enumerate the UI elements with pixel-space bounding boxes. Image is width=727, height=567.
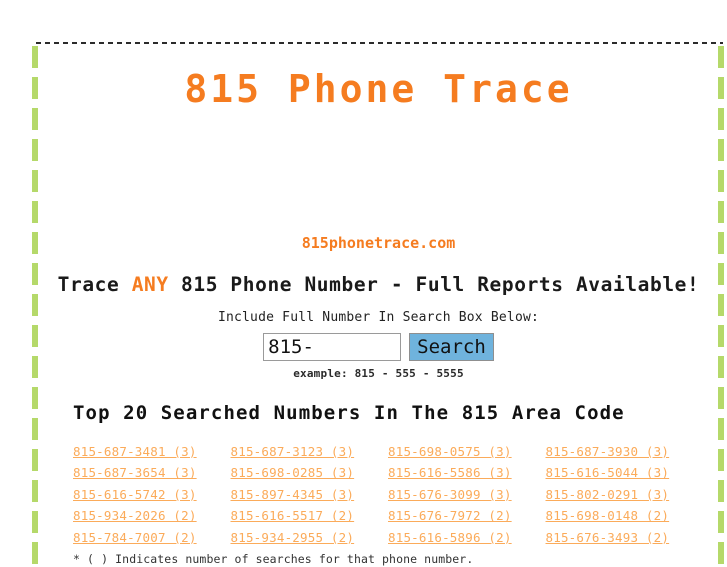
table-cell: 815-676-7972 (2) [388,505,546,527]
table-cell: 815-676-3099 (3) [388,484,546,506]
phone-number-link[interactable]: 815-934-2026 (2) [73,508,197,523]
page-frame: 815 Phone Trace 815phonetrace.com Trace … [16,21,724,566]
table-cell: 815-676-3493 (2) [546,527,704,549]
search-row: Search [39,333,718,361]
page-title: 815 Phone Trace [184,67,573,111]
phone-number-link[interactable]: 815-676-3493 (2) [546,530,670,545]
phone-number-link[interactable]: 815-698-0148 (2) [546,508,670,523]
tagline-highlight: ANY [131,273,169,296]
table-row: 815-934-2026 (2) 815-616-5517 (2) 815-67… [73,505,703,527]
table-cell: 815-687-3654 (3) [73,462,231,484]
phone-number-link[interactable]: 815-616-5586 (3) [388,465,512,480]
phone-number-link[interactable]: 815-676-7972 (2) [388,508,512,523]
search-prompt-label: Include Full Number In Search Box Below: [217,310,540,325]
table-cell: 815-687-3123 (3) [231,441,389,463]
phone-number-link[interactable]: 815-897-4345 (3) [231,487,355,502]
phone-number-link[interactable]: 815-676-3099 (3) [388,487,512,502]
phone-number-link[interactable]: 815-616-5044 (3) [546,465,670,480]
top-numbers-grid: 815-687-3481 (3) 815-687-3123 (3) 815-69… [73,441,703,549]
table-cell: 815-784-7007 (2) [73,527,231,549]
table-cell: 815-698-0575 (3) [388,441,546,463]
phone-number-link[interactable]: 815-784-7007 (2) [73,530,197,545]
table-cell: 815-698-0285 (3) [231,462,389,484]
table-cell: 815-616-5742 (3) [73,484,231,506]
phone-number-link[interactable]: 815-687-3654 (3) [73,465,197,480]
table-cell: 815-698-0148 (2) [546,505,704,527]
phone-number-link[interactable]: 815-802-0291 (3) [546,487,670,502]
search-count-footnote: * ( ) Indicates number of searches for t… [73,552,474,567]
phone-number-link[interactable]: 815-687-3481 (3) [73,444,197,459]
table-row: 815-616-5742 (3) 815-897-4345 (3) 815-67… [73,484,703,506]
phone-number-link[interactable]: 815-616-5896 (2) [388,530,512,545]
search-button[interactable]: Search [409,333,494,361]
table-row: 815-784-7007 (2) 815-934-2955 (2) 815-61… [73,527,703,549]
tagline: Trace ANY 815 Phone Number - Full Report… [39,273,718,297]
search-example-hint: example: 815 - 555 - 5555 [293,367,464,380]
site-domain-label: 815phonetrace.com [301,234,456,252]
table-cell: 815-616-5044 (3) [546,462,704,484]
table-cell: 815-934-2955 (2) [231,527,389,549]
table-cell: 815-616-5586 (3) [388,462,546,484]
table-cell: 815-802-0291 (3) [546,484,704,506]
page-content: 815 Phone Trace 815phonetrace.com Trace … [39,44,718,567]
table-cell: 815-616-5517 (2) [231,505,389,527]
table-cell: 815-687-3930 (3) [546,441,704,463]
table-row: 815-687-3481 (3) 815-687-3123 (3) 815-69… [73,441,703,463]
table-cell: 815-616-5896 (2) [388,527,546,549]
phone-number-link[interactable]: 815-934-2955 (2) [231,530,355,545]
phone-number-link[interactable]: 815-698-0575 (3) [388,444,512,459]
phone-number-link[interactable]: 815-616-5517 (2) [231,508,355,523]
phone-number-link[interactable]: 815-616-5742 (3) [73,487,197,502]
table-cell: 815-897-4345 (3) [231,484,389,506]
tagline-after: 815 Phone Number - Full Reports Availabl… [168,273,700,296]
table-cell: 815-687-3481 (3) [73,441,231,463]
phone-number-link[interactable]: 815-687-3123 (3) [231,444,355,459]
search-input[interactable] [263,333,402,361]
right-border-decoration [718,46,724,566]
left-border-decoration [32,46,38,566]
top-numbers-body: 815-687-3481 (3) 815-687-3123 (3) 815-69… [73,441,703,549]
phone-number-link[interactable]: 815-698-0285 (3) [231,465,355,480]
tagline-before: Trace [57,273,132,296]
advertisement-slot [39,112,718,234]
phone-number-link[interactable]: 815-687-3930 (3) [546,444,670,459]
table-row: 815-687-3654 (3) 815-698-0285 (3) 815-61… [73,462,703,484]
table-cell: 815-934-2026 (2) [73,505,231,527]
top-numbers-heading: Top 20 Searched Numbers In The 815 Area … [73,402,625,424]
